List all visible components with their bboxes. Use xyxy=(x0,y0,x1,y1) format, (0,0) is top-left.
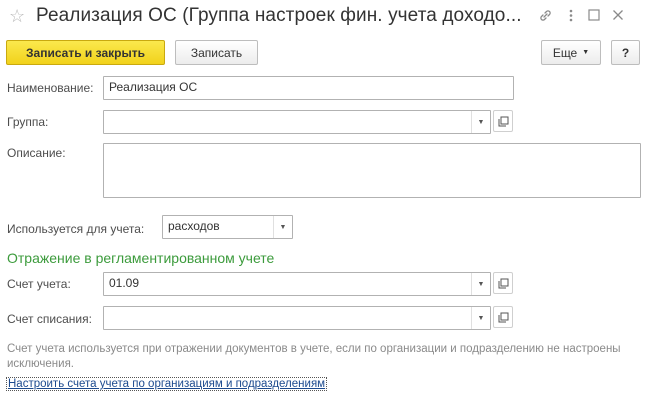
used-for-select[interactable]: расходов ▼ xyxy=(162,215,293,239)
writeoff-label: Счет списания: xyxy=(7,312,92,326)
used-for-label: Используется для учета: xyxy=(7,222,145,236)
used-for-dropdown-icon[interactable]: ▼ xyxy=(273,216,292,238)
menu-dots-icon[interactable] xyxy=(565,8,577,26)
account-label: Счет учета: xyxy=(7,277,71,291)
link-icon[interactable] xyxy=(538,8,553,26)
name-input[interactable]: Реализация ОС xyxy=(103,76,514,100)
account-input[interactable]: 01.09 ▼ xyxy=(103,272,491,296)
writeoff-open-icon[interactable] xyxy=(493,306,513,328)
account-dropdown-icon[interactable]: ▼ xyxy=(471,273,490,295)
description-textarea[interactable] xyxy=(103,143,641,198)
group-dropdown-icon[interactable]: ▼ xyxy=(471,111,490,133)
writeoff-input[interactable]: ▼ xyxy=(103,306,491,330)
writeoff-dropdown-icon[interactable]: ▼ xyxy=(471,307,490,329)
save-button[interactable]: Записать xyxy=(175,40,258,65)
more-button[interactable]: Еще ▼ xyxy=(541,40,601,65)
section-title: Отражение в регламентированном учете xyxy=(7,250,275,266)
window-title: Реализация ОС (Группа настроек фин. учет… xyxy=(36,5,522,26)
group-label: Группа: xyxy=(7,115,49,129)
hint-text: Счет учета используется при отражении до… xyxy=(7,343,621,370)
chevron-down-icon: ▼ xyxy=(582,49,590,56)
configure-accounts-link[interactable]: Настроить счета учета по организациям и … xyxy=(6,377,328,391)
save-and-close-button[interactable]: Записать и закрыть xyxy=(6,40,165,65)
maximize-icon[interactable] xyxy=(587,8,601,25)
more-label: Еще xyxy=(552,45,578,60)
group-open-icon[interactable] xyxy=(493,110,513,132)
description-label: Описание: xyxy=(7,146,66,160)
name-value: Реализация ОС xyxy=(109,80,198,94)
star-icon[interactable]: ☆ xyxy=(9,6,25,26)
name-label: Наименование: xyxy=(7,81,94,95)
close-icon[interactable] xyxy=(611,8,625,25)
used-for-value: расходов xyxy=(168,219,220,233)
group-input[interactable]: ▼ xyxy=(103,110,491,134)
account-open-icon[interactable] xyxy=(493,272,513,294)
help-button[interactable]: ? xyxy=(611,40,640,65)
account-value: 01.09 xyxy=(109,276,140,290)
